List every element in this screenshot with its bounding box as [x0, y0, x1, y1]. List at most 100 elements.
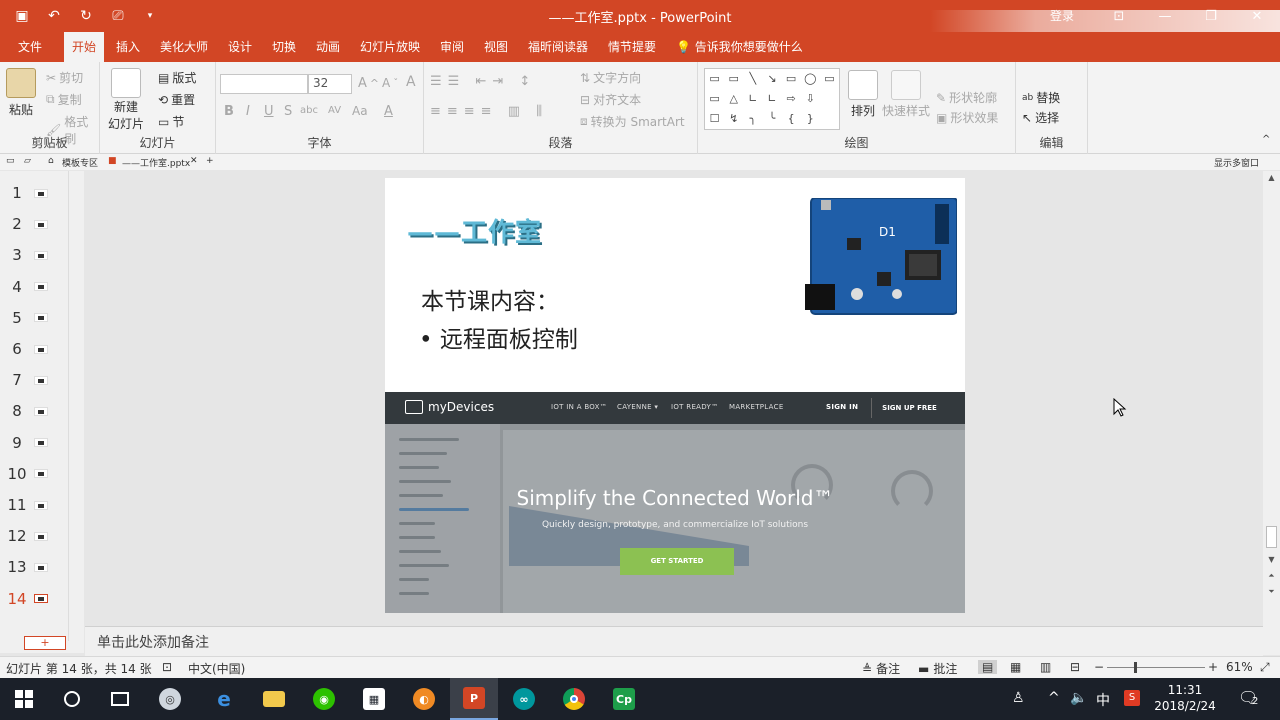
new-slide-button[interactable]: 新建 幻灯片: [108, 68, 144, 132]
new-tab-icon[interactable]: +: [206, 156, 214, 166]
shape-item[interactable]: ∟: [762, 89, 781, 109]
edge-icon[interactable]: e: [200, 678, 248, 720]
thumbnail-item[interactable]: 1: [0, 181, 70, 205]
arduino-icon[interactable]: ∞: [500, 678, 548, 720]
thumbnail-scrollbar[interactable]: [68, 171, 82, 641]
tab-file[interactable]: 文件: [10, 32, 50, 62]
reset-button[interactable]: ⟲ 重置: [158, 91, 195, 108]
thumbnail-item[interactable]: 13: [0, 555, 70, 579]
font-name-field[interactable]: [220, 74, 308, 94]
shrink-font-icon[interactable]: Aˇ: [382, 76, 398, 90]
shape-item[interactable]: }: [801, 109, 820, 129]
tell-me-box[interactable]: 💡 告诉我你想要做什么: [676, 32, 803, 62]
char-spacing-button[interactable]: AV: [328, 105, 341, 116]
shape-item[interactable]: ▭: [724, 69, 743, 89]
ime-indicator[interactable]: 中: [1096, 690, 1110, 710]
normal-view-icon[interactable]: ▤: [978, 660, 998, 674]
shape-effects-button[interactable]: ▣ 形状效果: [936, 109, 998, 126]
notes-button[interactable]: ≜ 备注: [862, 660, 900, 677]
zoom-level[interactable]: 61%: [1226, 660, 1253, 674]
templates-tab[interactable]: 模板专区: [62, 156, 98, 169]
shape-item[interactable]: ▭: [705, 69, 724, 89]
folder-icon[interactable]: ▱: [24, 156, 31, 166]
file-tab[interactable]: ——工作室.pptx: [122, 156, 190, 169]
layout-button[interactable]: ▤ 版式: [158, 69, 196, 86]
app-orange-icon[interactable]: ◐: [400, 678, 448, 720]
zoom-in-icon[interactable]: +: [1208, 660, 1218, 674]
quick-styles-button[interactable]: 快速样式: [882, 70, 930, 119]
thumbnail-item[interactable]: 4: [0, 275, 70, 299]
thumbnail-item[interactable]: 10: [0, 462, 70, 486]
fit-slide-icon[interactable]: ⤢: [1260, 660, 1270, 675]
powerpoint-icon[interactable]: P: [450, 678, 498, 720]
minimize-icon[interactable]: —: [1142, 0, 1188, 32]
add-slide-button[interactable]: +: [24, 636, 66, 650]
cut-button[interactable]: ✂ 剪切: [46, 69, 83, 86]
shape-item[interactable]: ⇩: [801, 89, 820, 109]
change-case-button[interactable]: Aa: [352, 104, 368, 118]
text-shadow-button[interactable]: abc: [300, 105, 318, 116]
tab-foxit[interactable]: 福昕阅读器: [520, 32, 596, 62]
align-buttons[interactable]: ≡≡≡≡ ▥ ⫼: [430, 104, 548, 119]
tab-insert[interactable]: 插入: [108, 32, 148, 62]
tab-design[interactable]: 设计: [220, 32, 260, 62]
align-text-button[interactable]: ⊟ 对齐文本: [580, 91, 641, 108]
close-tab-icon[interactable]: ✕: [190, 156, 198, 166]
thumbnail-item[interactable]: 8: [0, 399, 70, 423]
tab-beautify[interactable]: 美化大师: [152, 32, 216, 62]
convert-smartart-button[interactable]: ⧈ 转换为 SmartArt: [580, 113, 685, 130]
tray-chevron-icon[interactable]: ^: [1048, 690, 1060, 706]
current-slide[interactable]: ——工作室 D1 本节课内容： • 远程面板控制 myDevices IOT I…: [385, 178, 965, 613]
volume-icon[interactable]: 🔈: [1070, 690, 1087, 706]
comments-button[interactable]: ▬ 批注: [918, 660, 957, 677]
bold-button[interactable]: B: [224, 104, 234, 119]
notes-pane[interactable]: 单击此处添加备注: [85, 626, 1263, 656]
shape-item[interactable]: ↯: [724, 109, 743, 129]
shape-outline-button[interactable]: ✎ 形状轮廓: [936, 89, 997, 106]
select-button[interactable]: ↖ 选择: [1022, 109, 1059, 126]
close-icon[interactable]: ✕: [1234, 0, 1280, 32]
zoom-slider-thumb[interactable]: [1134, 662, 1137, 673]
italic-button[interactable]: I: [246, 104, 250, 119]
list-buttons[interactable]: ☰☰ ⇤⇥ ↕: [430, 74, 536, 89]
thumbnail-view-icon[interactable]: ▭: [6, 156, 15, 166]
reading-view-icon[interactable]: ▥: [1040, 660, 1051, 674]
language-indicator[interactable]: 中文(中国): [188, 660, 245, 677]
underline-button[interactable]: U: [264, 104, 274, 119]
grow-font-icon[interactable]: A ^: [358, 76, 379, 91]
task-view-icon[interactable]: [96, 678, 144, 720]
shape-item[interactable]: ☐: [705, 109, 724, 129]
shape-item[interactable]: [820, 109, 839, 129]
windows-start-icon[interactable]: [0, 678, 48, 720]
copy-button[interactable]: ⧉ 复制: [46, 91, 82, 108]
shape-item[interactable]: ▭: [820, 69, 839, 89]
wechat-icon[interactable]: ◉: [300, 678, 348, 720]
next-slide-icon[interactable]: ⏷: [1265, 587, 1278, 599]
thumbnail-item[interactable]: 5: [0, 306, 70, 330]
thumbnail-item[interactable]: 12: [0, 524, 70, 548]
zoom-out-icon[interactable]: −: [1094, 660, 1104, 674]
shape-item[interactable]: ▭: [705, 89, 724, 109]
sogou-ime-icon[interactable]: S: [1124, 690, 1140, 706]
shape-item[interactable]: {: [782, 109, 801, 129]
cp-icon[interactable]: Cp: [600, 678, 648, 720]
shape-item[interactable]: ↘: [762, 69, 781, 89]
shape-item[interactable]: ╲: [743, 69, 762, 89]
thumbnail-item[interactable]: 3: [0, 243, 70, 267]
font-size-field[interactable]: 32: [308, 74, 352, 94]
text-direction-button[interactable]: ⇅ 文字方向: [580, 69, 641, 86]
tab-transitions[interactable]: 切换: [264, 32, 304, 62]
scroll-down-icon[interactable]: ▼: [1265, 555, 1278, 567]
search-circle-icon[interactable]: [48, 678, 96, 720]
clear-format-icon[interactable]: A: [406, 74, 416, 90]
font-color-button[interactable]: A: [384, 104, 393, 119]
paste-button[interactable]: 粘贴: [6, 68, 36, 118]
thumbnail-item[interactable]: 6: [0, 337, 70, 361]
section-button[interactable]: ▭ 节: [158, 113, 184, 130]
slideshow-view-icon[interactable]: ⊟: [1070, 660, 1080, 674]
tab-review[interactable]: 审阅: [432, 32, 472, 62]
shape-item[interactable]: △: [724, 89, 743, 109]
thumbnail-item[interactable]: 7: [0, 368, 70, 392]
tab-home[interactable]: 开始: [64, 32, 105, 62]
arrange-button[interactable]: 排列: [848, 70, 878, 119]
